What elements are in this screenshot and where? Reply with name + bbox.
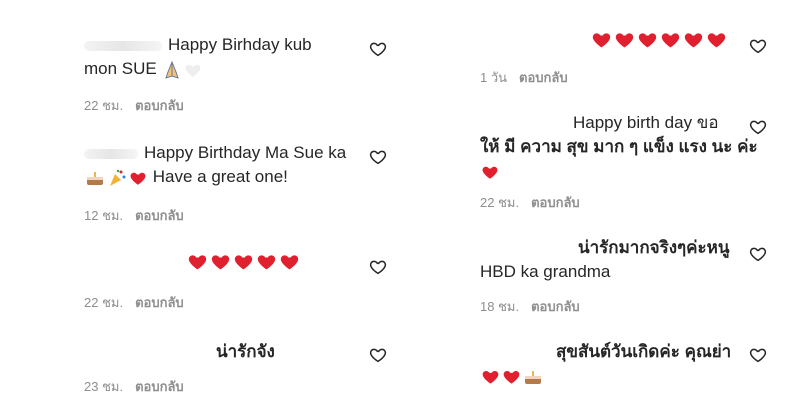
comment-line: น่ารักมากจริงๆค่ะหนู — [578, 238, 730, 257]
red-heart-icon — [637, 29, 658, 50]
like-heart-icon[interactable] — [369, 258, 387, 276]
cake-icon — [85, 168, 105, 188]
reply-button[interactable]: ตอบกลับ — [135, 208, 184, 223]
red-heart-icon — [481, 367, 500, 386]
timestamp: 23 ชม. — [84, 379, 124, 394]
blurred-username — [84, 40, 162, 51]
comment-line: mon SUE — [84, 59, 157, 78]
reply-button[interactable]: ตอบกลับ — [531, 195, 580, 210]
blurred-username — [84, 148, 138, 159]
like-heart-icon[interactable] — [749, 37, 767, 55]
red-heart-icon — [502, 367, 521, 386]
red-heart-icon — [591, 29, 612, 50]
red-heart-icon — [660, 29, 681, 50]
comment-line: Happy Birhday kub — [168, 35, 312, 54]
red-heart-icon — [706, 29, 727, 50]
like-heart-icon[interactable] — [369, 148, 387, 166]
comment-text: Happy Birhday kub mon SUE — [84, 33, 312, 81]
comment-meta: 23 ชม. ตอบกลับ — [84, 376, 184, 397]
timestamp: 1 วัน — [480, 70, 508, 85]
comment-text: Happy Birthday Ma Sue ka Have a great on… — [84, 141, 346, 189]
comment-meta: 18 ชม. ตอบกลับ — [480, 296, 580, 317]
reply-button[interactable]: ตอบกลับ — [531, 299, 580, 314]
reply-button[interactable]: ตอบกลับ — [135, 98, 184, 113]
comment-text: น่ารักมากจริงๆค่ะหนู HBD ka grandma — [480, 236, 730, 284]
red-heart-icon — [210, 251, 231, 272]
like-heart-icon[interactable] — [749, 245, 767, 263]
like-heart-icon[interactable] — [749, 346, 767, 364]
red-heart-icon — [129, 169, 147, 187]
comment-line: สุขสันต์วันเกิดค่ะ คุณย่า — [556, 342, 732, 361]
timestamp: 22 ชม. — [84, 98, 124, 113]
comment-emoji-row — [186, 249, 301, 273]
like-heart-icon[interactable] — [369, 40, 387, 58]
like-heart-icon[interactable] — [749, 118, 767, 136]
reply-button[interactable]: ตอบกลับ — [135, 379, 184, 394]
comment-meta: 22 ชม. ตอบกลับ — [84, 292, 184, 313]
red-heart-icon — [187, 251, 208, 272]
timestamp: 12 ชม. — [84, 208, 124, 223]
comment-emoji-row — [590, 27, 728, 51]
reply-button[interactable]: ตอบกลับ — [519, 70, 568, 85]
reply-button[interactable]: ตอบกลับ — [135, 295, 184, 310]
timestamp: 18 ชม. — [480, 299, 520, 314]
comment-text: สุขสันต์วันเกิดค่ะ คุณย่า — [480, 340, 731, 388]
cake-icon — [523, 367, 543, 387]
red-heart-icon — [256, 251, 277, 272]
comment-meta: 1 วัน ตอบกลับ — [480, 67, 568, 88]
comment-meta: 22 ชม. ตอบกลับ — [480, 192, 580, 213]
red-heart-icon — [279, 251, 300, 272]
comment-line: HBD ka grandma — [480, 262, 611, 281]
red-heart-icon — [683, 29, 704, 50]
comment-meta: 12 ชม. ตอบกลับ — [84, 205, 184, 226]
comment-meta: 22 ชม. ตอบกลับ — [84, 95, 184, 116]
comment-text: น่ารักจัง — [216, 340, 275, 364]
white-heart-icon — [184, 61, 202, 79]
comments-column-right: 1 วัน ตอบกลับ Happy birth day ขอ ให้ มี ค… — [410, 0, 790, 420]
like-heart-icon[interactable] — [369, 346, 387, 364]
comment-line: Happy Birthday Ma Sue ka — [144, 143, 347, 162]
comment-line: ให้ มี ความ สุข มาก ๆ แข็ง แรง นะ ค่ะ — [480, 137, 758, 156]
comment-line: น่ารักจัง — [216, 342, 275, 361]
comment-line: Have a great one! — [152, 167, 288, 186]
red-heart-icon — [481, 163, 499, 181]
timestamp: 22 ชม. — [480, 195, 520, 210]
red-heart-icon — [233, 251, 254, 272]
red-heart-icon — [614, 29, 635, 50]
comment-text: Happy birth day ขอ ให้ มี ความ สุข มาก ๆ… — [480, 111, 758, 183]
comments-column-left: Happy Birhday kub mon SUE 22 ชม. ตอบกลับ … — [0, 0, 387, 420]
party-popper-icon — [107, 168, 127, 188]
pray-icon — [162, 60, 182, 80]
comment-line: Happy birth day ขอ — [573, 113, 719, 132]
timestamp: 22 ชม. — [84, 295, 124, 310]
